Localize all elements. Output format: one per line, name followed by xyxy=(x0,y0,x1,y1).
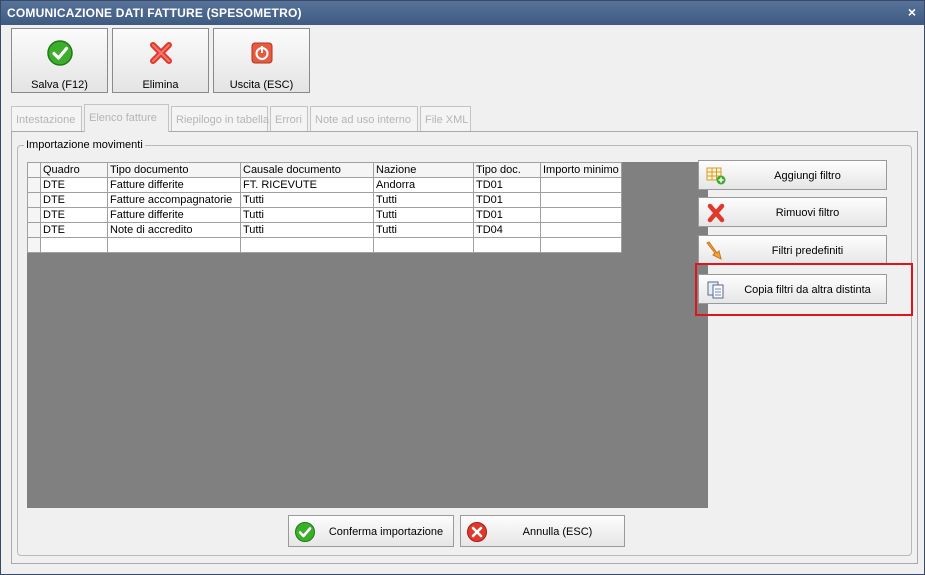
column-header[interactable]: Importo minimo xyxy=(540,162,622,178)
remove-filter-button[interactable]: Rimuovi filtro xyxy=(698,197,887,227)
remove-filter-label: Rimuovi filtro xyxy=(775,207,840,219)
table-cell[interactable]: Tutti xyxy=(373,222,474,238)
row-indicator xyxy=(27,207,41,223)
table-cell[interactable]: Tutti xyxy=(240,222,374,238)
column-header[interactable]: Causale documento xyxy=(240,162,374,178)
tab-panel: Importazione movimenti Quadro Tipo docum… xyxy=(11,131,918,564)
grid-add-icon xyxy=(706,167,726,185)
column-header[interactable]: Tipo doc. xyxy=(473,162,541,178)
table-cell[interactable]: TD01 xyxy=(473,192,541,208)
table-row[interactable]: DTE Fatture differite Tutti Tutti TD01 xyxy=(27,207,622,223)
check-circle-icon xyxy=(47,40,73,66)
table-row[interactable]: DTE Fatture accompagnatorie Tutti Tutti … xyxy=(27,192,622,208)
column-header[interactable]: Quadro xyxy=(40,162,108,178)
table-cell[interactable]: DTE xyxy=(40,192,108,208)
delete-button[interactable]: Elimina xyxy=(112,28,209,93)
table-cell[interactable]: Tutti xyxy=(373,192,474,208)
tab-elenco-fatture[interactable]: Elenco fatture xyxy=(84,104,169,132)
table-cell[interactable] xyxy=(540,222,622,238)
grid-header-row: Quadro Tipo documento Causale documento … xyxy=(27,162,622,178)
table-cell[interactable]: Fatture differite xyxy=(107,177,241,193)
group-legend: Importazione movimenti xyxy=(24,139,145,151)
column-header[interactable]: Nazione xyxy=(373,162,474,178)
table-cell[interactable]: Fatture differite xyxy=(107,207,241,223)
predefined-filters-label: Filtri predefiniti xyxy=(771,245,844,257)
predefined-filters-button[interactable]: Filtri predefiniti xyxy=(698,235,887,265)
table-cell[interactable] xyxy=(540,177,622,193)
tab-file-xml[interactable]: File XML xyxy=(420,106,471,131)
confirm-import-label: Conferma importazione xyxy=(328,526,444,538)
table-cell[interactable]: DTE xyxy=(40,222,108,238)
table-cell[interactable]: DTE xyxy=(40,207,108,223)
row-indicator xyxy=(27,177,41,193)
main-window: COMUNICAZIONE DATI FATTURE (SPESOMETRO) … xyxy=(0,0,925,575)
table-cell[interactable]: Tutti xyxy=(373,207,474,223)
highlight-box xyxy=(695,263,913,316)
filter-grid[interactable]: Quadro Tipo documento Causale documento … xyxy=(27,162,622,253)
add-filter-button[interactable]: Aggiungi filtro xyxy=(698,160,887,190)
red-x-icon xyxy=(707,203,725,223)
table-row-new[interactable] xyxy=(27,237,622,253)
table-cell[interactable]: Note di accredito xyxy=(107,222,241,238)
column-header[interactable]: Tipo documento xyxy=(107,162,241,178)
table-cell[interactable]: Tutti xyxy=(240,207,374,223)
table-row[interactable]: DTE Fatture differite FT. RICEVUTE Andor… xyxy=(27,177,622,193)
delete-label: Elimina xyxy=(142,79,179,91)
exit-label: Uscita (ESC) xyxy=(229,79,294,91)
power-icon xyxy=(251,42,273,64)
table-cell[interactable] xyxy=(107,237,241,253)
check-circle-icon xyxy=(295,522,315,542)
save-button[interactable]: Salva (F12) xyxy=(11,28,108,93)
close-icon[interactable]: × xyxy=(908,4,916,20)
table-cell[interactable] xyxy=(540,237,622,253)
tab-note[interactable]: Note ad uso interno xyxy=(310,106,418,131)
table-row[interactable]: DTE Note di accredito Tutti Tutti TD04 xyxy=(27,222,622,238)
filter-grid-area: Quadro Tipo documento Causale documento … xyxy=(27,162,708,508)
exit-button[interactable]: Uscita (ESC) xyxy=(213,28,310,93)
table-cell[interactable] xyxy=(540,207,622,223)
save-label: Salva (F12) xyxy=(31,79,88,91)
table-cell[interactable]: FT. RICEVUTE xyxy=(240,177,374,193)
table-cell[interactable]: TD01 xyxy=(473,207,541,223)
table-cell[interactable]: Tutti xyxy=(240,192,374,208)
table-cell[interactable]: DTE xyxy=(40,177,108,193)
cancel-button[interactable]: Annulla (ESC) xyxy=(460,515,625,547)
table-cell[interactable] xyxy=(473,237,541,253)
row-indicator xyxy=(27,222,41,238)
table-cell[interactable]: TD04 xyxy=(473,222,541,238)
confirm-import-button[interactable]: Conferma importazione xyxy=(288,515,454,547)
cancel-circle-icon xyxy=(467,522,487,542)
row-indicator-header xyxy=(27,162,41,178)
table-cell[interactable] xyxy=(373,237,474,253)
tab-riepilogo[interactable]: Riepilogo in tabella xyxy=(171,106,269,131)
add-filter-label: Aggiungi filtro xyxy=(774,170,841,182)
cancel-label: Annulla (ESC) xyxy=(522,526,593,538)
row-indicator xyxy=(27,192,41,208)
window-title: COMUNICAZIONE DATI FATTURE (SPESOMETRO) xyxy=(7,6,302,20)
tab-intestazione[interactable]: Intestazione xyxy=(11,106,82,131)
table-cell[interactable] xyxy=(540,192,622,208)
table-cell[interactable] xyxy=(40,237,108,253)
tab-errori[interactable]: Errori xyxy=(270,106,308,131)
table-cell[interactable] xyxy=(240,237,374,253)
filter-arrow-icon xyxy=(706,241,722,260)
table-cell[interactable]: Andorra xyxy=(373,177,474,193)
table-cell[interactable]: TD01 xyxy=(473,177,541,193)
table-cell[interactable]: Fatture accompagnatorie xyxy=(107,192,241,208)
row-indicator xyxy=(27,237,41,253)
red-x-icon xyxy=(150,42,172,64)
title-bar: COMUNICAZIONE DATI FATTURE (SPESOMETRO) … xyxy=(1,1,924,25)
